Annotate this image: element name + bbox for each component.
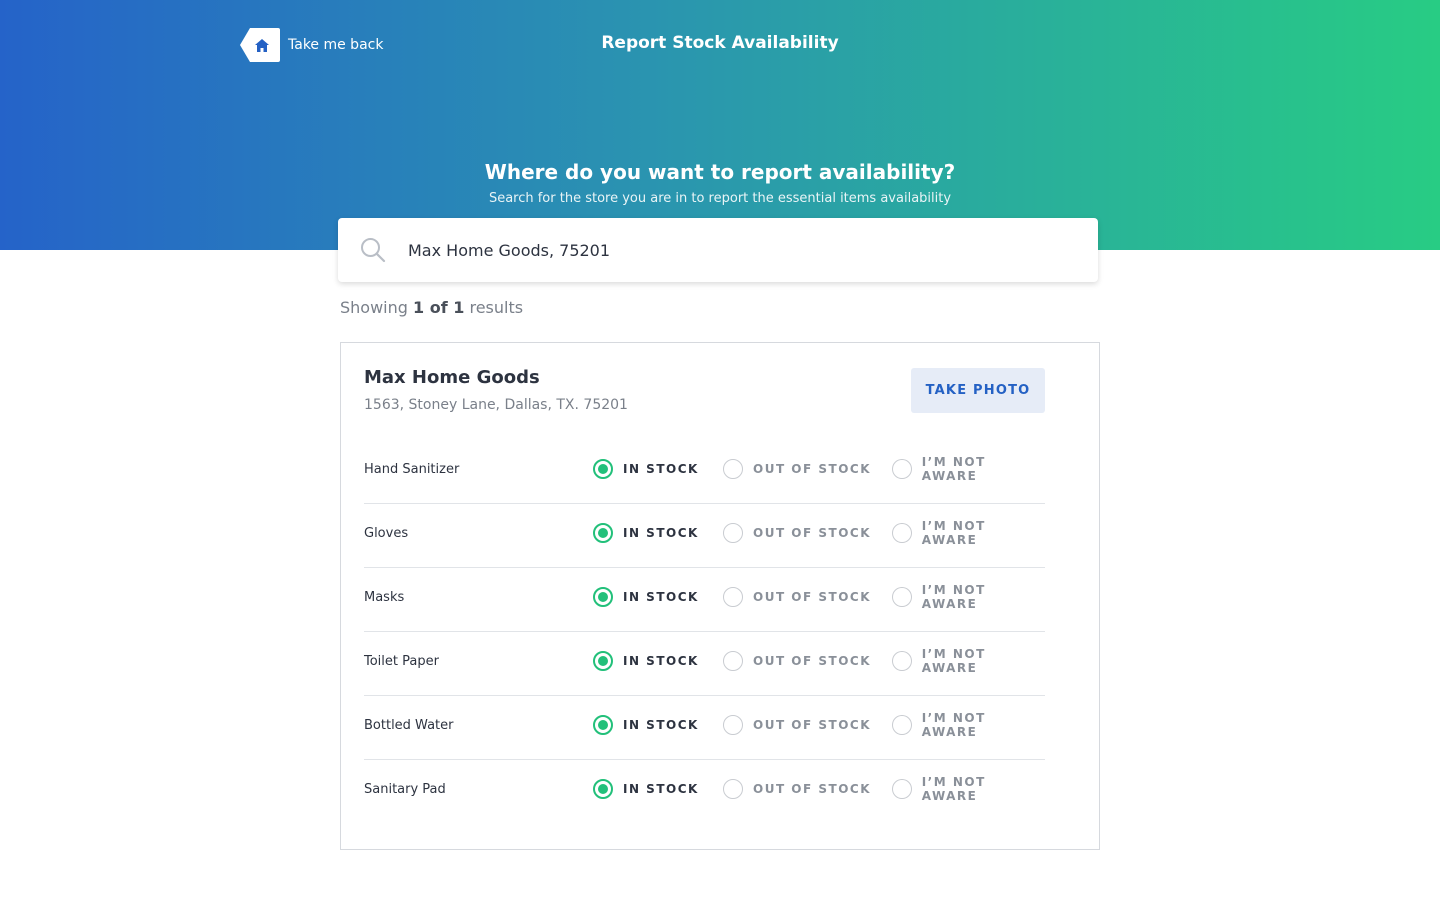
item-row: Gloves IN STOCK OUT OF STOCK I’M NOT AWARE bbox=[364, 504, 1045, 568]
out-of-stock-option[interactable]: OUT OF STOCK bbox=[723, 650, 871, 672]
out-of-stock-radio[interactable] bbox=[723, 651, 743, 671]
out-of-stock-radio[interactable] bbox=[723, 715, 743, 735]
out-of-stock-option[interactable]: OUT OF STOCK bbox=[723, 586, 871, 608]
out-of-stock-option[interactable]: OUT OF STOCK bbox=[723, 522, 871, 544]
in-stock-option[interactable]: IN STOCK bbox=[593, 522, 699, 544]
hero-heading: Where do you want to report availability… bbox=[484, 160, 956, 184]
out-of-stock-radio[interactable] bbox=[723, 587, 743, 607]
not-aware-label[interactable]: I’M NOT AWARE bbox=[922, 647, 1045, 675]
not-aware-label[interactable]: I’M NOT AWARE bbox=[922, 583, 1045, 611]
in-stock-option[interactable]: IN STOCK bbox=[593, 458, 699, 480]
in-stock-radio[interactable] bbox=[593, 651, 613, 671]
item-row: Toilet Paper IN STOCK OUT OF STOCK I’M NOT … bbox=[364, 632, 1045, 696]
not-aware-radio[interactable] bbox=[892, 715, 912, 735]
not-aware-radio[interactable] bbox=[892, 779, 912, 799]
out-of-stock-radio[interactable] bbox=[723, 523, 743, 543]
not-aware-radio[interactable] bbox=[892, 523, 912, 543]
in-stock-radio[interactable] bbox=[593, 523, 613, 543]
results-suffix: results bbox=[469, 298, 524, 317]
in-stock-label[interactable]: IN STOCK bbox=[623, 654, 699, 668]
not-aware-label[interactable]: I’M NOT AWARE bbox=[922, 711, 1045, 739]
in-stock-radio[interactable] bbox=[593, 779, 613, 799]
out-of-stock-label[interactable]: OUT OF STOCK bbox=[753, 526, 871, 540]
search-icon bbox=[361, 238, 386, 263]
item-name: Toilet Paper bbox=[364, 654, 439, 669]
radio-selected-dot bbox=[598, 592, 608, 602]
out-of-stock-label[interactable]: OUT OF STOCK bbox=[753, 718, 871, 732]
item-name: Hand Sanitizer bbox=[364, 462, 460, 477]
not-aware-label[interactable]: I’M NOT AWARE bbox=[922, 519, 1045, 547]
not-aware-option[interactable]: I’M NOT AWARE bbox=[892, 455, 1045, 483]
out-of-stock-label[interactable]: OUT OF STOCK bbox=[753, 590, 871, 604]
item-row: Bottled Water IN STOCK OUT OF STOCK I’M NOT… bbox=[364, 696, 1045, 760]
not-aware-option[interactable]: I’M NOT AWARE bbox=[892, 711, 1045, 739]
not-aware-radio[interactable] bbox=[892, 587, 912, 607]
page-title: Report Stock Availability bbox=[601, 33, 839, 53]
radio-selected-dot bbox=[598, 784, 608, 794]
not-aware-option[interactable]: I’M NOT AWARE bbox=[892, 647, 1045, 675]
in-stock-label[interactable]: IN STOCK bbox=[623, 462, 699, 476]
take-photo-button[interactable]: TAKE PHOTO bbox=[911, 368, 1045, 413]
in-stock-option[interactable]: IN STOCK bbox=[593, 650, 699, 672]
radio-selected-dot bbox=[598, 528, 608, 538]
in-stock-radio[interactable] bbox=[593, 715, 613, 735]
item-name: Sanitary Pad bbox=[364, 782, 446, 797]
radio-selected-dot bbox=[598, 656, 608, 666]
in-stock-option[interactable]: IN STOCK bbox=[593, 714, 699, 736]
results-prefix: Showing bbox=[340, 298, 408, 317]
out-of-stock-label[interactable]: OUT OF STOCK bbox=[753, 654, 871, 668]
item-row: Masks IN STOCK OUT OF STOCK I’M NOT AWARE bbox=[364, 568, 1045, 632]
store-address: 1563, Stoney Lane, Dallas, TX. 75201 bbox=[364, 397, 628, 413]
not-aware-label[interactable]: I’M NOT AWARE bbox=[922, 455, 1045, 483]
not-aware-radio[interactable] bbox=[892, 459, 912, 479]
hero-subheading: Search for the store you are in to repor… bbox=[488, 191, 952, 206]
out-of-stock-radio[interactable] bbox=[723, 779, 743, 799]
in-stock-label[interactable]: IN STOCK bbox=[623, 590, 699, 604]
out-of-stock-option[interactable]: OUT OF STOCK bbox=[723, 458, 871, 480]
in-stock-label[interactable]: IN STOCK bbox=[623, 782, 699, 796]
item-name: Bottled Water bbox=[364, 718, 454, 733]
not-aware-option[interactable]: I’M NOT AWARE bbox=[892, 775, 1045, 803]
hero-banner: Take me back Report Stock Availability W… bbox=[0, 0, 1440, 250]
out-of-stock-label[interactable]: OUT OF STOCK bbox=[753, 782, 871, 796]
item-row: Sanitary Pad IN STOCK OUT OF STOCK I’M NOT … bbox=[364, 760, 1045, 824]
store-name: Max Home Goods bbox=[364, 367, 540, 388]
out-of-stock-option[interactable]: OUT OF STOCK bbox=[723, 778, 871, 800]
in-stock-radio[interactable] bbox=[593, 459, 613, 479]
in-stock-radio[interactable] bbox=[593, 587, 613, 607]
search-input[interactable] bbox=[408, 234, 1068, 266]
results-count: Showing 1 of 1 results bbox=[340, 298, 523, 317]
store-card: Max Home Goods 1563, Stoney Lane, Dallas… bbox=[340, 342, 1100, 850]
out-of-stock-option[interactable]: OUT OF STOCK bbox=[723, 714, 871, 736]
in-stock-label[interactable]: IN STOCK bbox=[623, 718, 699, 732]
radio-selected-dot bbox=[598, 720, 608, 730]
item-name: Gloves bbox=[364, 526, 409, 541]
search-box[interactable] bbox=[338, 218, 1098, 282]
in-stock-label[interactable]: IN STOCK bbox=[623, 526, 699, 540]
item-row: Hand Sanitizer IN STOCK OUT OF STOCK I’M NO… bbox=[364, 440, 1045, 504]
in-stock-option[interactable]: IN STOCK bbox=[593, 586, 699, 608]
in-stock-option[interactable]: IN STOCK bbox=[593, 778, 699, 800]
not-aware-label[interactable]: I’M NOT AWARE bbox=[922, 775, 1045, 803]
not-aware-radio[interactable] bbox=[892, 651, 912, 671]
item-name: Masks bbox=[364, 590, 405, 605]
results-count-value: 1 of 1 bbox=[413, 298, 465, 317]
out-of-stock-radio[interactable] bbox=[723, 459, 743, 479]
not-aware-option[interactable]: I’M NOT AWARE bbox=[892, 583, 1045, 611]
not-aware-option[interactable]: I’M NOT AWARE bbox=[892, 519, 1045, 547]
radio-selected-dot bbox=[598, 464, 608, 474]
out-of-stock-label[interactable]: OUT OF STOCK bbox=[753, 462, 871, 476]
